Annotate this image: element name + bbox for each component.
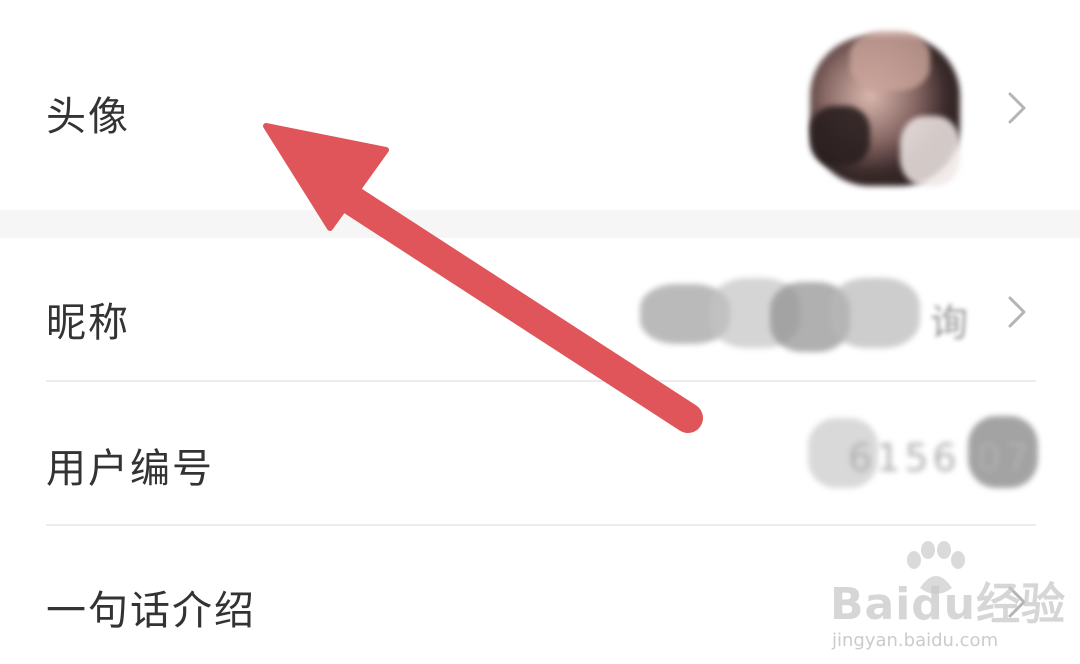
nickname-label: 昵称 (46, 300, 130, 346)
nickname-value-redacted: 询 (640, 274, 970, 364)
section-gap (0, 210, 1080, 238)
user-id-label: 用户编号 (46, 446, 214, 492)
user-id-row: 用户编号 6156 07 (0, 382, 1080, 524)
user-id-value-hint: 6156 07 (848, 436, 1034, 480)
avatar[interactable] (790, 26, 970, 196)
avatar-row[interactable]: 头像 (0, 0, 1080, 210)
nickname-row[interactable]: 昵称 询 (0, 238, 1080, 380)
avatar-label: 头像 (46, 94, 130, 140)
chevron-right-icon (1008, 296, 1026, 328)
baidu-jingyan-watermark: Baidu经验 jingyan.baidu.com (830, 540, 1065, 651)
watermark-logo: Baidu经验 (830, 579, 1067, 630)
nickname-value-hint: 询 (930, 301, 973, 345)
user-id-value-redacted: 6156 07 (808, 412, 1038, 502)
intro-label: 一句话介绍 (46, 588, 256, 634)
watermark-url: jingyan.baidu.com (832, 630, 999, 651)
chevron-right-icon (1008, 92, 1026, 124)
